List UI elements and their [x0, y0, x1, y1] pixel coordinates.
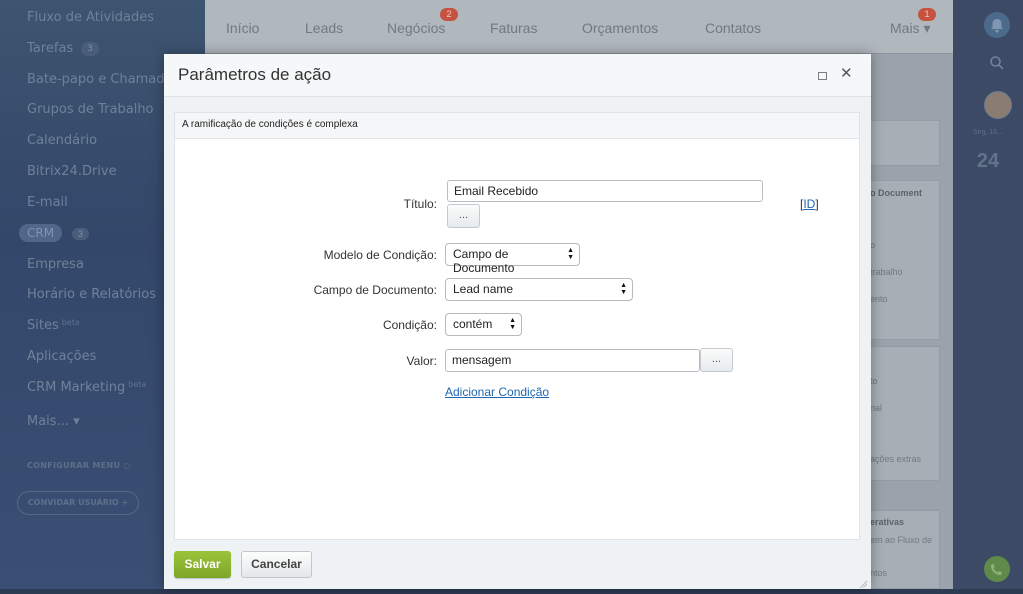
sidebar-item-drive[interactable]: Bitrix24.Drive — [27, 164, 117, 179]
nav-tab-faturas[interactable]: Faturas — [490, 20, 537, 36]
background-panel-line: ento — [870, 294, 888, 304]
cancel-button[interactable]: Cancelar — [241, 551, 312, 578]
action-parameters-dialog: Parâmetros de ação ✕ A ramificação de co… — [164, 54, 871, 589]
sidebar-item-email[interactable]: E-mail — [27, 195, 68, 210]
background-panel-top — [864, 120, 940, 166]
condition-model-select[interactable]: Campo de Documento ▲ ▼ — [445, 243, 580, 275]
condition-model-label: Modelo de Condição: — [323, 248, 437, 262]
invite-user-button[interactable]: CONVIDAR USUÁRIO + — [17, 491, 139, 515]
sidebar-item-activity-stream[interactable]: Fluxo de Atividades — [27, 10, 154, 25]
dialog-title: Parâmetros de ação — [178, 65, 332, 84]
negocios-count-badge: 2 — [440, 8, 458, 21]
document-field-label: Campo de Documento: — [313, 283, 437, 297]
title-input[interactable]: Email Recebido — [447, 180, 763, 202]
tasks-count-badge: 3 — [81, 41, 99, 56]
subheader-text: A ramificação de condições é complexa — [182, 119, 358, 130]
background-panel-line: to — [870, 376, 878, 386]
value-label: Valor: — [406, 354, 437, 368]
dialog-header: Parâmetros de ação ✕ — [164, 54, 871, 97]
date-label: Seg, 16... — [973, 129, 1003, 136]
value-input[interactable]: mensagem — [445, 349, 700, 372]
search-icon[interactable] — [988, 54, 1006, 77]
day-number: 24 — [976, 150, 1000, 172]
background-panel-line: nal — [870, 403, 883, 413]
nav-tab-orcamentos[interactable]: Orçamentos — [582, 20, 658, 36]
dialog-subheader: A ramificação de condições é complexa — [175, 113, 859, 139]
background-panel-title: o Document — [870, 188, 923, 198]
nav-tab-negocios[interactable]: Negócios — [387, 20, 445, 36]
sidebar-item-applications[interactable]: Aplicações — [27, 349, 96, 364]
document-field-value: Lead name — [453, 282, 514, 296]
background-panel-title: erativas — [870, 517, 905, 527]
id-link[interactable]: [ID] — [800, 197, 819, 211]
sidebar-item-chat[interactable]: Bate-papo e Chamadas — [27, 72, 179, 87]
nav-tab-leads[interactable]: Leads — [305, 20, 343, 36]
sidebar-item-workgroups[interactable]: Grupos de Trabalho — [27, 102, 154, 117]
sidebar-item-more[interactable]: Mais... ▾ — [27, 414, 80, 429]
background-panel-line: em ao Fluxo de — [870, 535, 933, 545]
right-rail: Seg, 16... 24 — [953, 0, 1023, 589]
settings-circle-icon: ○ — [123, 461, 131, 470]
add-condition-link[interactable]: Adicionar Condição — [445, 385, 549, 399]
background-panel-line: ntos — [870, 568, 888, 578]
sidebar-item-crm-marketing[interactable]: CRM Marketing beta — [27, 380, 146, 395]
title-insert-button[interactable]: ... — [447, 204, 480, 228]
phone-call-icon[interactable] — [984, 556, 1010, 582]
sidebar-item-time-reports[interactable]: Horário e Relatórios — [27, 287, 156, 302]
select-arrows-icon: ▲ ▼ — [567, 247, 574, 261]
background-panel-line: o — [870, 240, 876, 250]
configure-menu-link[interactable]: CONFIGURAR MENU ○ — [27, 461, 131, 470]
close-icon[interactable]: ✕ — [840, 66, 853, 82]
sidebar-item-crm[interactable]: CRM — [19, 224, 63, 242]
condition-select[interactable]: contém ▲ ▼ — [445, 313, 522, 336]
nav-more-button[interactable]: Mais ▾ — [890, 20, 930, 37]
crm-top-navigation: Início Leads Negócios 2 Faturas Orçament… — [205, 0, 953, 54]
notifications-bell-icon[interactable] — [984, 12, 1010, 38]
sidebar-item-tasks[interactable]: Tarefas 3 — [27, 41, 99, 56]
select-arrows-icon: ▲ ▼ — [509, 317, 516, 331]
save-button[interactable]: Salvar — [174, 551, 231, 578]
condition-model-value: Campo de Documento — [453, 247, 515, 275]
more-count-badge: 1 — [918, 8, 936, 21]
crm-count-badge: 3 — [72, 228, 90, 240]
nav-tab-inicio[interactable]: Início — [226, 20, 259, 36]
sidebar-item-sites[interactable]: Sites beta — [27, 318, 80, 333]
user-avatar[interactable] — [984, 91, 1012, 119]
resize-handle-icon[interactable] — [858, 576, 868, 589]
dialog-body: A ramificação de condições é complexa Tí… — [174, 112, 860, 540]
condition-value: contém — [453, 317, 493, 331]
value-insert-button[interactable]: ... — [700, 348, 733, 372]
sidebar-item-calendar[interactable]: Calendário — [27, 133, 97, 148]
title-label: Título: — [403, 197, 437, 211]
maximize-icon[interactable] — [818, 72, 827, 80]
sidebar-item-company[interactable]: Empresa — [27, 257, 84, 272]
document-field-select[interactable]: Lead name ▲ ▼ — [445, 278, 633, 301]
id-link-text[interactable]: ID — [803, 197, 815, 211]
background-panel-document — [864, 180, 940, 340]
select-arrows-icon: ▲ ▼ — [620, 282, 627, 296]
condition-label: Condição: — [382, 318, 437, 332]
nav-tab-contatos[interactable]: Contatos — [705, 20, 761, 36]
background-panel-line: trabalho — [870, 267, 903, 277]
background-panel-line: ações extras — [870, 454, 922, 464]
